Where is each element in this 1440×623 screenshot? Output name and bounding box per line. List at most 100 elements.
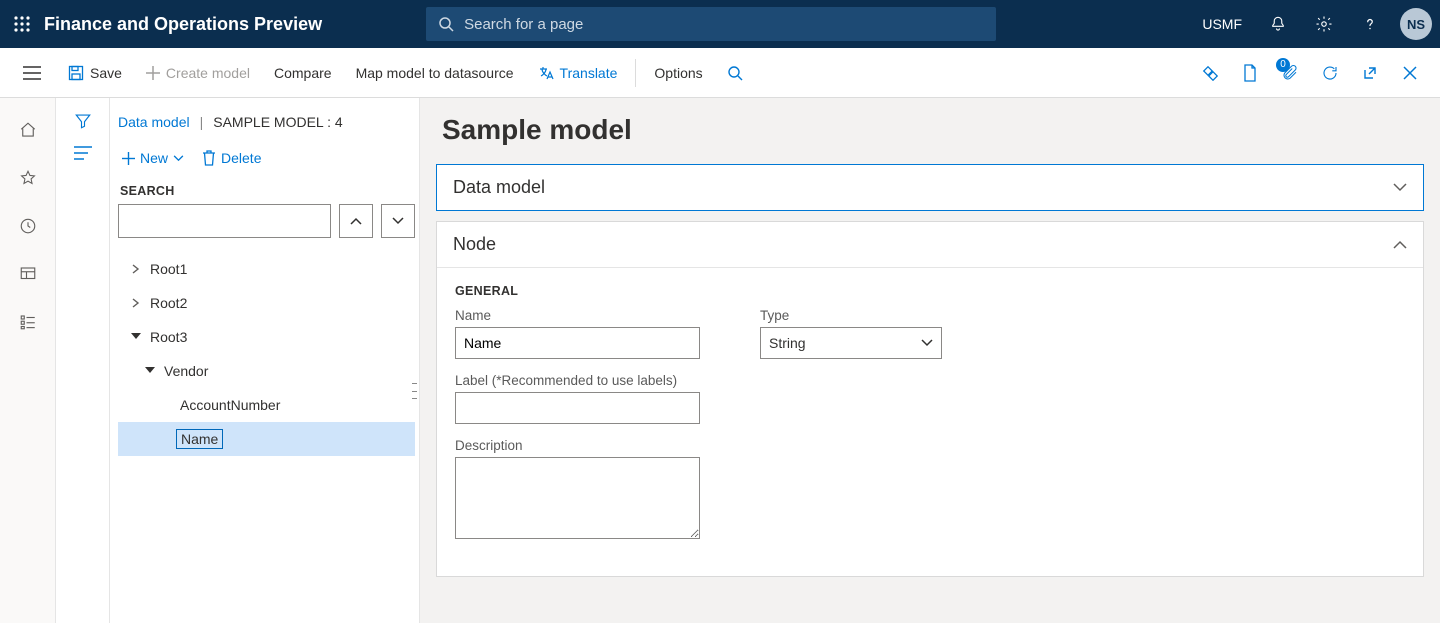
- chevron-right-icon: [126, 298, 146, 308]
- top-navbar: Finance and Operations Preview USMF NS: [0, 0, 1440, 48]
- tree-label: Root3: [146, 328, 191, 346]
- type-label: Type: [760, 308, 942, 323]
- tree-panel: Data model | SAMPLE MODEL : 4 New Delete: [110, 98, 420, 623]
- company-code[interactable]: USMF: [1190, 16, 1254, 32]
- filter-rail: [56, 98, 110, 623]
- delete-button[interactable]: Delete: [198, 146, 265, 170]
- search-next-button[interactable]: [381, 204, 415, 238]
- app-title: Finance and Operations Preview: [44, 14, 322, 35]
- type-select[interactable]: String: [760, 327, 942, 359]
- plus-icon: [146, 66, 160, 80]
- compare-label: Compare: [274, 65, 332, 81]
- separator: [635, 59, 636, 87]
- popout-icon[interactable]: [1350, 53, 1390, 93]
- label-field[interactable]: [455, 392, 700, 424]
- card-data-model: Data model: [436, 164, 1424, 211]
- modules-icon[interactable]: [4, 298, 52, 346]
- action-bar: Save Create model Compare Map model to d…: [0, 48, 1440, 98]
- create-model-label: Create model: [166, 65, 250, 81]
- new-label: New: [140, 150, 168, 166]
- map-model-label: Map model to datasource: [356, 65, 514, 81]
- body: Data model | SAMPLE MODEL : 4 New Delete: [0, 98, 1440, 623]
- label-label: Label (*Recommended to use labels): [455, 373, 700, 388]
- tree: Root1 Root2 Root3 Vendor AccountNumber: [118, 252, 415, 456]
- find-button[interactable]: [715, 55, 755, 91]
- badge: 0: [1276, 58, 1290, 72]
- card-node: Node GENERAL Name Label (*Recommended to…: [436, 221, 1424, 577]
- nav-rail: [0, 98, 56, 623]
- translate-button[interactable]: Translate: [526, 55, 630, 91]
- tree-label: AccountNumber: [176, 396, 284, 414]
- help-icon[interactable]: [1348, 0, 1392, 48]
- list-lines-icon[interactable]: [74, 146, 92, 160]
- tree-label: Root2: [146, 294, 191, 312]
- tree-node-root1[interactable]: Root1: [118, 252, 415, 286]
- breadcrumb-divider: |: [200, 114, 204, 130]
- tree-label: Vendor: [160, 362, 212, 380]
- create-model-button: Create model: [134, 55, 262, 91]
- type-value: String: [769, 335, 806, 351]
- chevron-down-icon: [173, 155, 184, 162]
- chevron-down-icon: [921, 339, 933, 347]
- tree-node-vendor[interactable]: Vendor: [118, 354, 415, 388]
- plus-icon: [122, 152, 135, 165]
- main-content: Sample model Data model Node GENERAL: [420, 98, 1440, 623]
- options-button[interactable]: Options: [642, 55, 714, 91]
- hamburger-icon[interactable]: [8, 66, 56, 80]
- close-icon[interactable]: [1390, 53, 1430, 93]
- waffle-icon[interactable]: [0, 0, 44, 48]
- star-icon[interactable]: [4, 154, 52, 202]
- tree-node-account-number[interactable]: AccountNumber: [118, 388, 415, 422]
- home-icon[interactable]: [4, 106, 52, 154]
- tree-node-root3[interactable]: Root3: [118, 320, 415, 354]
- clock-icon[interactable]: [4, 202, 52, 250]
- breadcrumb: Data model | SAMPLE MODEL : 4: [118, 114, 415, 140]
- document-icon[interactable]: [1230, 53, 1270, 93]
- card-data-model-title: Data model: [453, 177, 545, 198]
- chevron-up-icon: [1393, 240, 1407, 249]
- trash-icon: [202, 150, 216, 166]
- tree-node-name[interactable]: Name: [118, 422, 415, 456]
- map-model-button[interactable]: Map model to datasource: [344, 55, 526, 91]
- diamond-icon[interactable]: [1190, 53, 1230, 93]
- global-search-input[interactable]: [464, 16, 984, 33]
- filter-icon[interactable]: [74, 112, 92, 130]
- card-node-header[interactable]: Node: [437, 222, 1423, 267]
- compare-button[interactable]: Compare: [262, 55, 344, 91]
- search-prev-button[interactable]: [339, 204, 373, 238]
- tree-label: Root1: [146, 260, 191, 278]
- tree-node-root2[interactable]: Root2: [118, 286, 415, 320]
- breadcrumb-current: SAMPLE MODEL : 4: [213, 114, 342, 130]
- bell-icon[interactable]: [1256, 0, 1300, 48]
- attachments-icon[interactable]: 0: [1270, 53, 1310, 93]
- breadcrumb-data-model[interactable]: Data model: [118, 114, 190, 130]
- card-node-title: Node: [453, 234, 496, 255]
- name-label: Name: [455, 308, 700, 323]
- options-label: Options: [654, 65, 702, 81]
- translate-icon: [538, 65, 554, 81]
- save-button[interactable]: Save: [56, 55, 134, 91]
- drag-handle-icon[interactable]: [412, 383, 417, 399]
- tree-label: Name: [176, 429, 223, 449]
- chevron-down-icon: [140, 367, 160, 375]
- description-field[interactable]: [455, 457, 700, 539]
- delete-label: Delete: [221, 150, 261, 166]
- save-label: Save: [90, 65, 122, 81]
- new-button[interactable]: New: [118, 146, 188, 170]
- name-field[interactable]: [455, 327, 700, 359]
- search-icon: [727, 65, 743, 81]
- chevron-right-icon: [126, 264, 146, 274]
- tree-search-input[interactable]: [118, 204, 331, 238]
- search-icon: [438, 16, 454, 32]
- avatar[interactable]: NS: [1400, 8, 1432, 40]
- section-general: GENERAL: [455, 284, 1405, 298]
- refresh-icon[interactable]: [1310, 53, 1350, 93]
- workspace-icon[interactable]: [4, 250, 52, 298]
- page-title: Sample model: [442, 114, 1424, 146]
- gear-icon[interactable]: [1302, 0, 1346, 48]
- chevron-down-icon: [126, 333, 146, 341]
- global-search[interactable]: [426, 7, 996, 41]
- card-data-model-header[interactable]: Data model: [437, 165, 1423, 210]
- translate-label: Translate: [560, 65, 618, 81]
- chevron-down-icon: [1393, 183, 1407, 192]
